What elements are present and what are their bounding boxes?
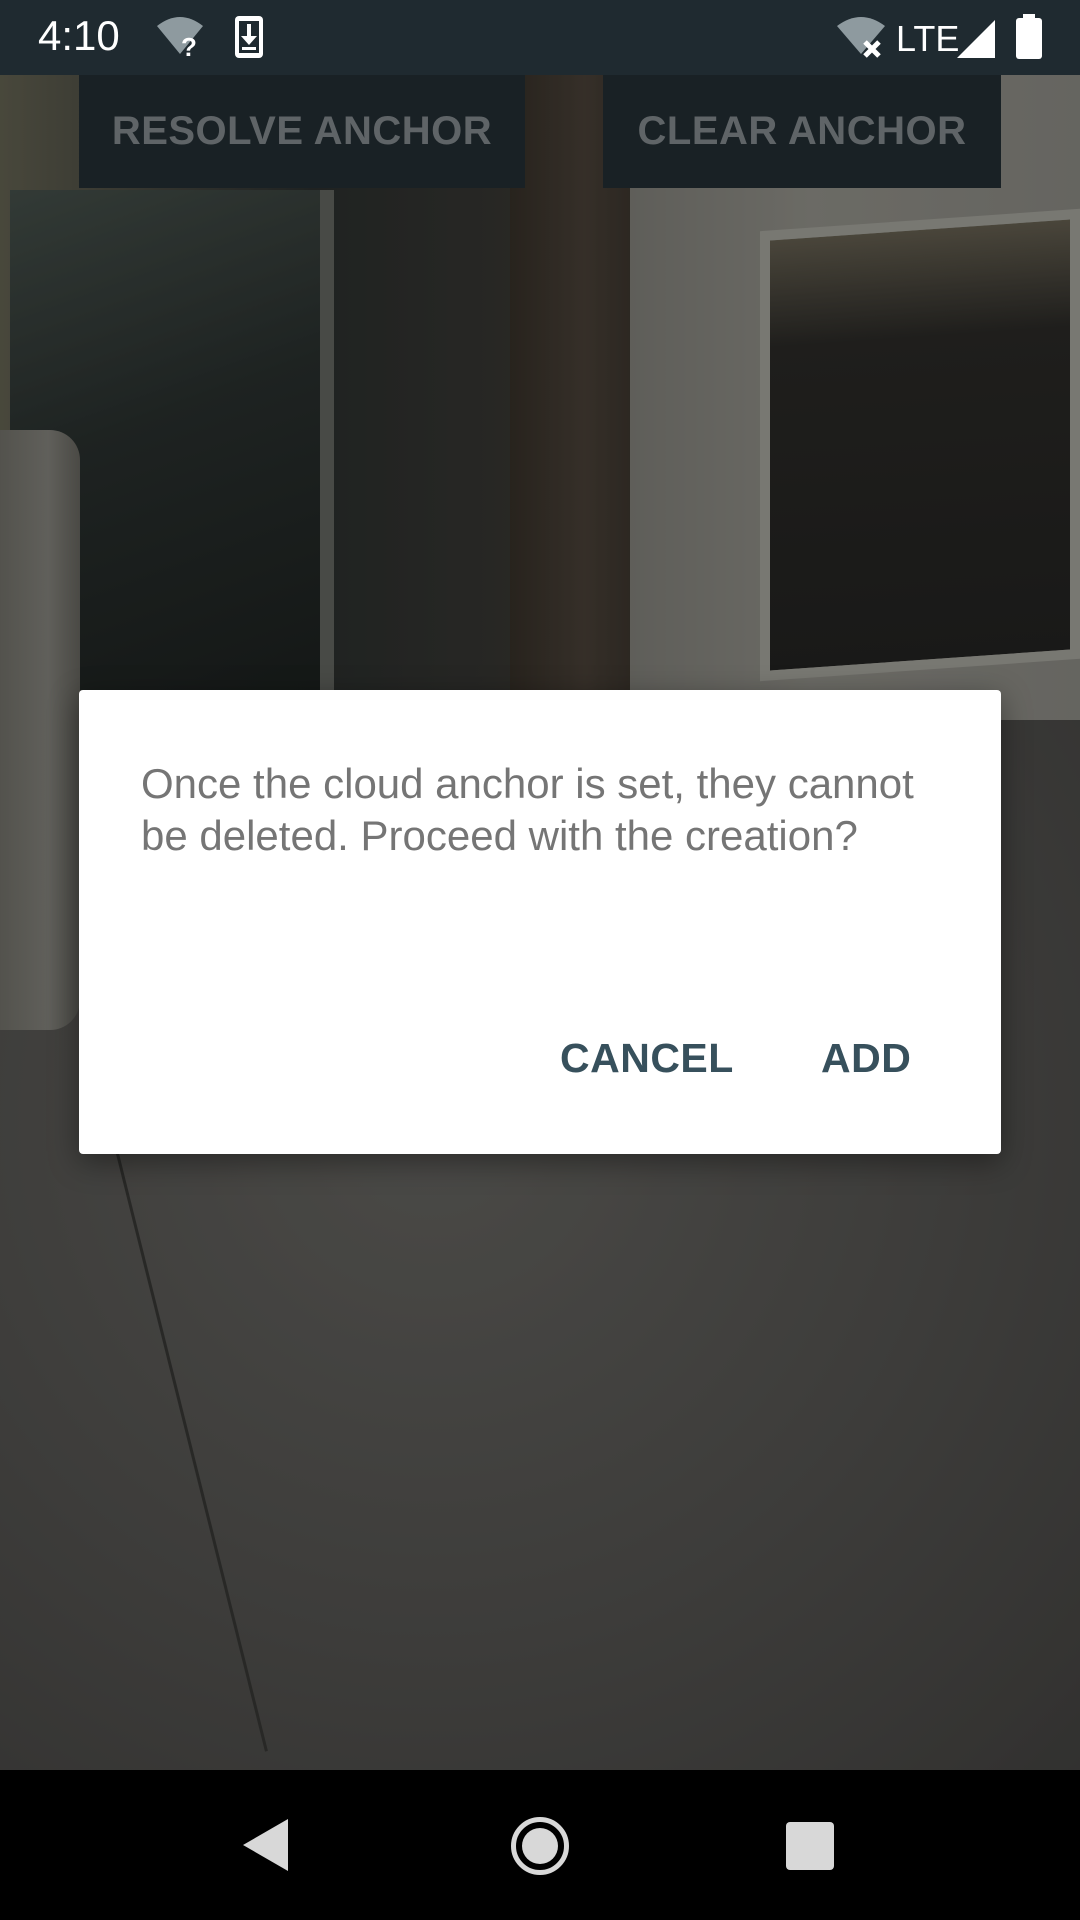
- home-icon[interactable]: [511, 1817, 569, 1875]
- status-time: 4:10: [38, 12, 120, 59]
- svg-text:?: ?: [181, 32, 197, 58]
- confirm-dialog: Once the cloud anchor is set, they canno…: [79, 690, 1001, 1154]
- download-icon: [233, 14, 265, 65]
- cancel-button[interactable]: CANCEL: [560, 1035, 734, 1082]
- wifi-off-icon: [835, 14, 887, 63]
- home-icon-inner: [522, 1828, 558, 1864]
- add-button[interactable]: ADD: [821, 1035, 911, 1082]
- navigation-bar: [0, 1770, 1080, 1920]
- back-icon[interactable]: [243, 1819, 288, 1871]
- battery-icon: [1015, 14, 1043, 65]
- network-type-label: LTE: [896, 18, 960, 59]
- wifi-unknown-icon: ?: [155, 14, 205, 63]
- status-bar: 4:10 ? LTE: [0, 0, 1080, 75]
- cell-signal-icon: [955, 18, 997, 65]
- dialog-message: Once the cloud anchor is set, they canno…: [141, 760, 914, 859]
- recents-icon[interactable]: [786, 1822, 834, 1870]
